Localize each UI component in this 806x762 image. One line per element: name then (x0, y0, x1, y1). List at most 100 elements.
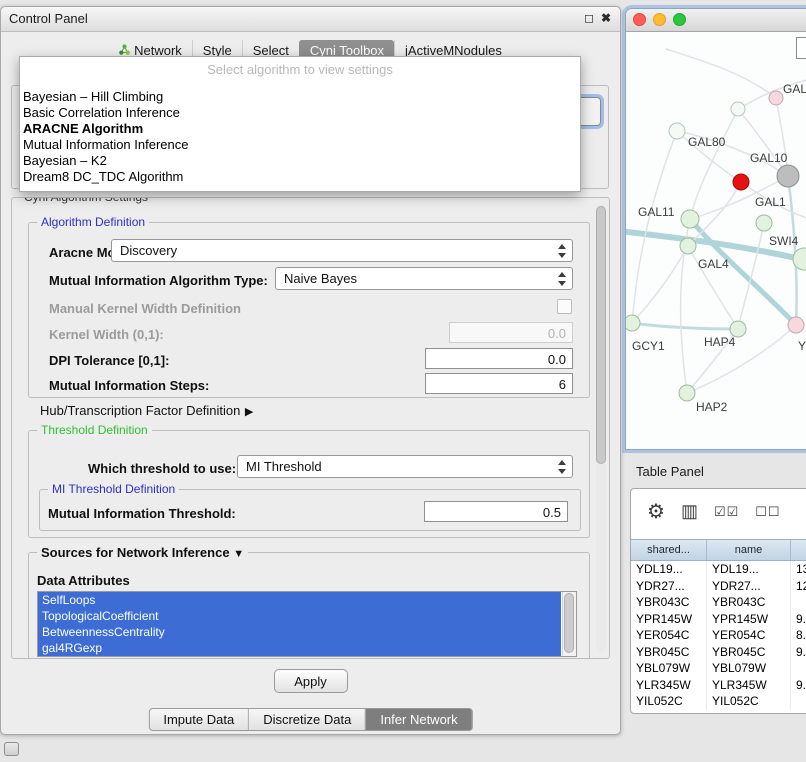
node-label: GAL80 (688, 135, 726, 149)
mi-threshold-field[interactable]: 0.5 (424, 501, 568, 522)
network-node-gal11[interactable] (681, 210, 699, 228)
network-node-gcy1[interactable] (626, 315, 640, 331)
network-edge[interactable] (632, 323, 738, 329)
float-window-icon[interactable]: ◻ (584, 11, 594, 25)
panel-dock-icon[interactable] (4, 742, 19, 756)
close-window-icon[interactable]: ✖ (601, 11, 611, 25)
network-node[interactable] (731, 102, 745, 116)
network-edge[interactable] (690, 109, 738, 219)
network-view-window: GALGAL80GAL10GAL11GAL1SWI4GAL4GCY1HAP4YH… (625, 8, 806, 450)
algorithm-option[interactable]: ARACNE Algorithm (20, 121, 580, 137)
manual-kernel-label: Manual Kernel Width Definition (49, 301, 241, 316)
list-scrollbar[interactable] (562, 592, 576, 656)
close-traffic-light-icon[interactable] (633, 13, 646, 26)
table-row[interactable]: YBR045CYBR045C9. (631, 644, 806, 661)
table-cell: YIL052C (707, 693, 791, 710)
collapse-down-icon: ▼ (233, 548, 244, 560)
column-header[interactable]: shared... (631, 540, 707, 560)
gear-icon[interactable]: ⚙ (647, 499, 665, 524)
network-node-hap2[interactable] (679, 385, 695, 401)
table-panel-title: Table Panel (636, 464, 704, 479)
table-cell (791, 594, 806, 611)
sources-toggle[interactable]: Sources for Network Inference ▼ (37, 545, 248, 560)
table-row[interactable]: YDR27...YDR27...12 (631, 578, 806, 595)
cyni-algorithm-settings-group: Cyni Algorithm Settings Algorithm Defini… (11, 197, 610, 659)
data-attribute-item[interactable]: SelfLoops (38, 592, 561, 608)
algorithm-definition-group: Algorithm Definition Aracne Mode: Discov… (28, 222, 590, 398)
minimize-traffic-light-icon[interactable] (653, 13, 666, 26)
zoom-traffic-light-icon[interactable] (673, 13, 686, 26)
select-all-icon[interactable]: ☑☑ (714, 504, 739, 520)
data-attribute-item[interactable]: BetweennessCentrality (38, 624, 561, 640)
columns-icon[interactable]: ▥ (681, 501, 698, 522)
table-row[interactable]: YPR145WYPR145W9. (631, 611, 806, 628)
tab-discretize-data[interactable]: Discretize Data (248, 709, 365, 730)
which-threshold-value: MI Threshold (246, 459, 322, 474)
algorithm-option[interactable]: Basic Correlation Inference (20, 105, 580, 121)
dpi-tolerance-field[interactable]: 0.0 (425, 348, 573, 369)
network-node-y[interactable] (788, 317, 804, 333)
table-row[interactable]: YIL052CYIL052C (631, 693, 806, 710)
network-node[interactable] (733, 174, 749, 190)
mi-steps-field[interactable]: 6 (425, 373, 573, 394)
node-label: HAP4 (704, 335, 736, 349)
table-cell: YLR345W (707, 677, 791, 694)
table-cell: 9. (791, 611, 806, 628)
algorithm-option-list: Bayesian – Hill ClimbingBasic Correlatio… (20, 89, 580, 185)
mi-type-select[interactable]: Naive Bayes (275, 267, 573, 290)
table-cell (791, 693, 806, 710)
control-panel-titlebar[interactable]: Control Panel ◻ ✖ (1, 7, 620, 32)
data-attribute-item[interactable]: TopologicalCoefficient (38, 608, 561, 624)
algorithm-option[interactable]: Bayesian – Hill Climbing (20, 89, 580, 105)
tab-impute-data[interactable]: Impute Data (149, 709, 248, 730)
network-edge[interactable] (738, 223, 764, 329)
table-cell: YPR145W (707, 611, 791, 628)
table-cell: YLR345W (631, 677, 707, 694)
bottom-tabbar: Impute DataDiscretize DataInfer Network (148, 708, 472, 731)
table-body: YDL19...YDL19...13YDR27...YDR27...12YBR0… (631, 561, 806, 710)
network-node-gal80[interactable] (669, 123, 685, 139)
aracne-mode-select[interactable]: Discovery (111, 239, 573, 262)
table-row[interactable]: YBL079WYBL079W (631, 660, 806, 677)
data-attributes-list[interactable]: SelfLoopsTopologicalCoefficientBetweenne… (37, 591, 577, 657)
mi-threshold-title: MI Threshold Definition (48, 482, 179, 496)
network-node-gal[interactable] (769, 91, 783, 105)
algorithm-dropdown-popup: Select algorithm to view settings Bayesi… (19, 56, 581, 192)
network-window-titlebar[interactable] (626, 9, 806, 32)
network-edge[interactable] (788, 176, 797, 325)
list-scrollbar-thumb[interactable] (564, 593, 574, 653)
table-cell: YIL052C (631, 693, 707, 710)
table-row[interactable]: YLR345WYLR345W9. (631, 677, 806, 694)
network-node-gal10[interactable] (777, 165, 799, 187)
kernel-width-field[interactable]: 0.0 (449, 322, 573, 343)
table-cell: 9. (791, 677, 806, 694)
which-threshold-select[interactable]: MI Threshold (237, 455, 573, 478)
node-label: GAL10 (750, 151, 788, 165)
hub-definition-toggle[interactable]: Hub/Transcription Factor Definition ▶ (40, 402, 253, 420)
table-cell: YER054C (631, 627, 707, 644)
data-attribute-item[interactable]: gal4RGexp (38, 640, 561, 656)
network-node-gal4[interactable] (680, 238, 696, 254)
apply-button[interactable]: Apply (274, 669, 348, 693)
settings-scrollbar-thumb[interactable] (596, 206, 606, 464)
column-header[interactable] (791, 540, 806, 560)
settings-scrollbar[interactable] (596, 204, 606, 652)
network-node-gal1[interactable] (756, 215, 772, 231)
algorithm-definition-title: Algorithm Definition (37, 215, 149, 229)
deselect-all-icon[interactable]: ☐☐ (755, 504, 780, 520)
table-row[interactable]: YDL19...YDL19...13 (631, 561, 806, 578)
threshold-definition-group: Threshold Definition Which threshold to … (28, 430, 590, 538)
algorithm-option[interactable]: Dream8 DC_TDC Algorithm (20, 169, 580, 185)
manual-kernel-checkbox[interactable] (557, 299, 572, 314)
table-row[interactable]: YER054CYER054C8. (631, 627, 806, 644)
tab-infer-network[interactable]: Infer Network (365, 709, 471, 730)
sources-title: Sources for Network Inference (41, 545, 230, 560)
algorithm-option[interactable]: Bayesian – K2 (20, 153, 580, 169)
column-header[interactable]: name (707, 540, 791, 560)
table-cell: YDL19... (631, 561, 707, 578)
network-edge[interactable] (632, 131, 677, 323)
network-graph[interactable]: GALGAL80GAL10GAL11GAL1SWI4GAL4GCY1HAP4YH… (626, 31, 806, 450)
algorithm-option[interactable]: Mutual Information Inference (20, 137, 580, 153)
table-row[interactable]: YBR043CYBR043C (631, 594, 806, 611)
network-edge[interactable] (666, 49, 776, 98)
